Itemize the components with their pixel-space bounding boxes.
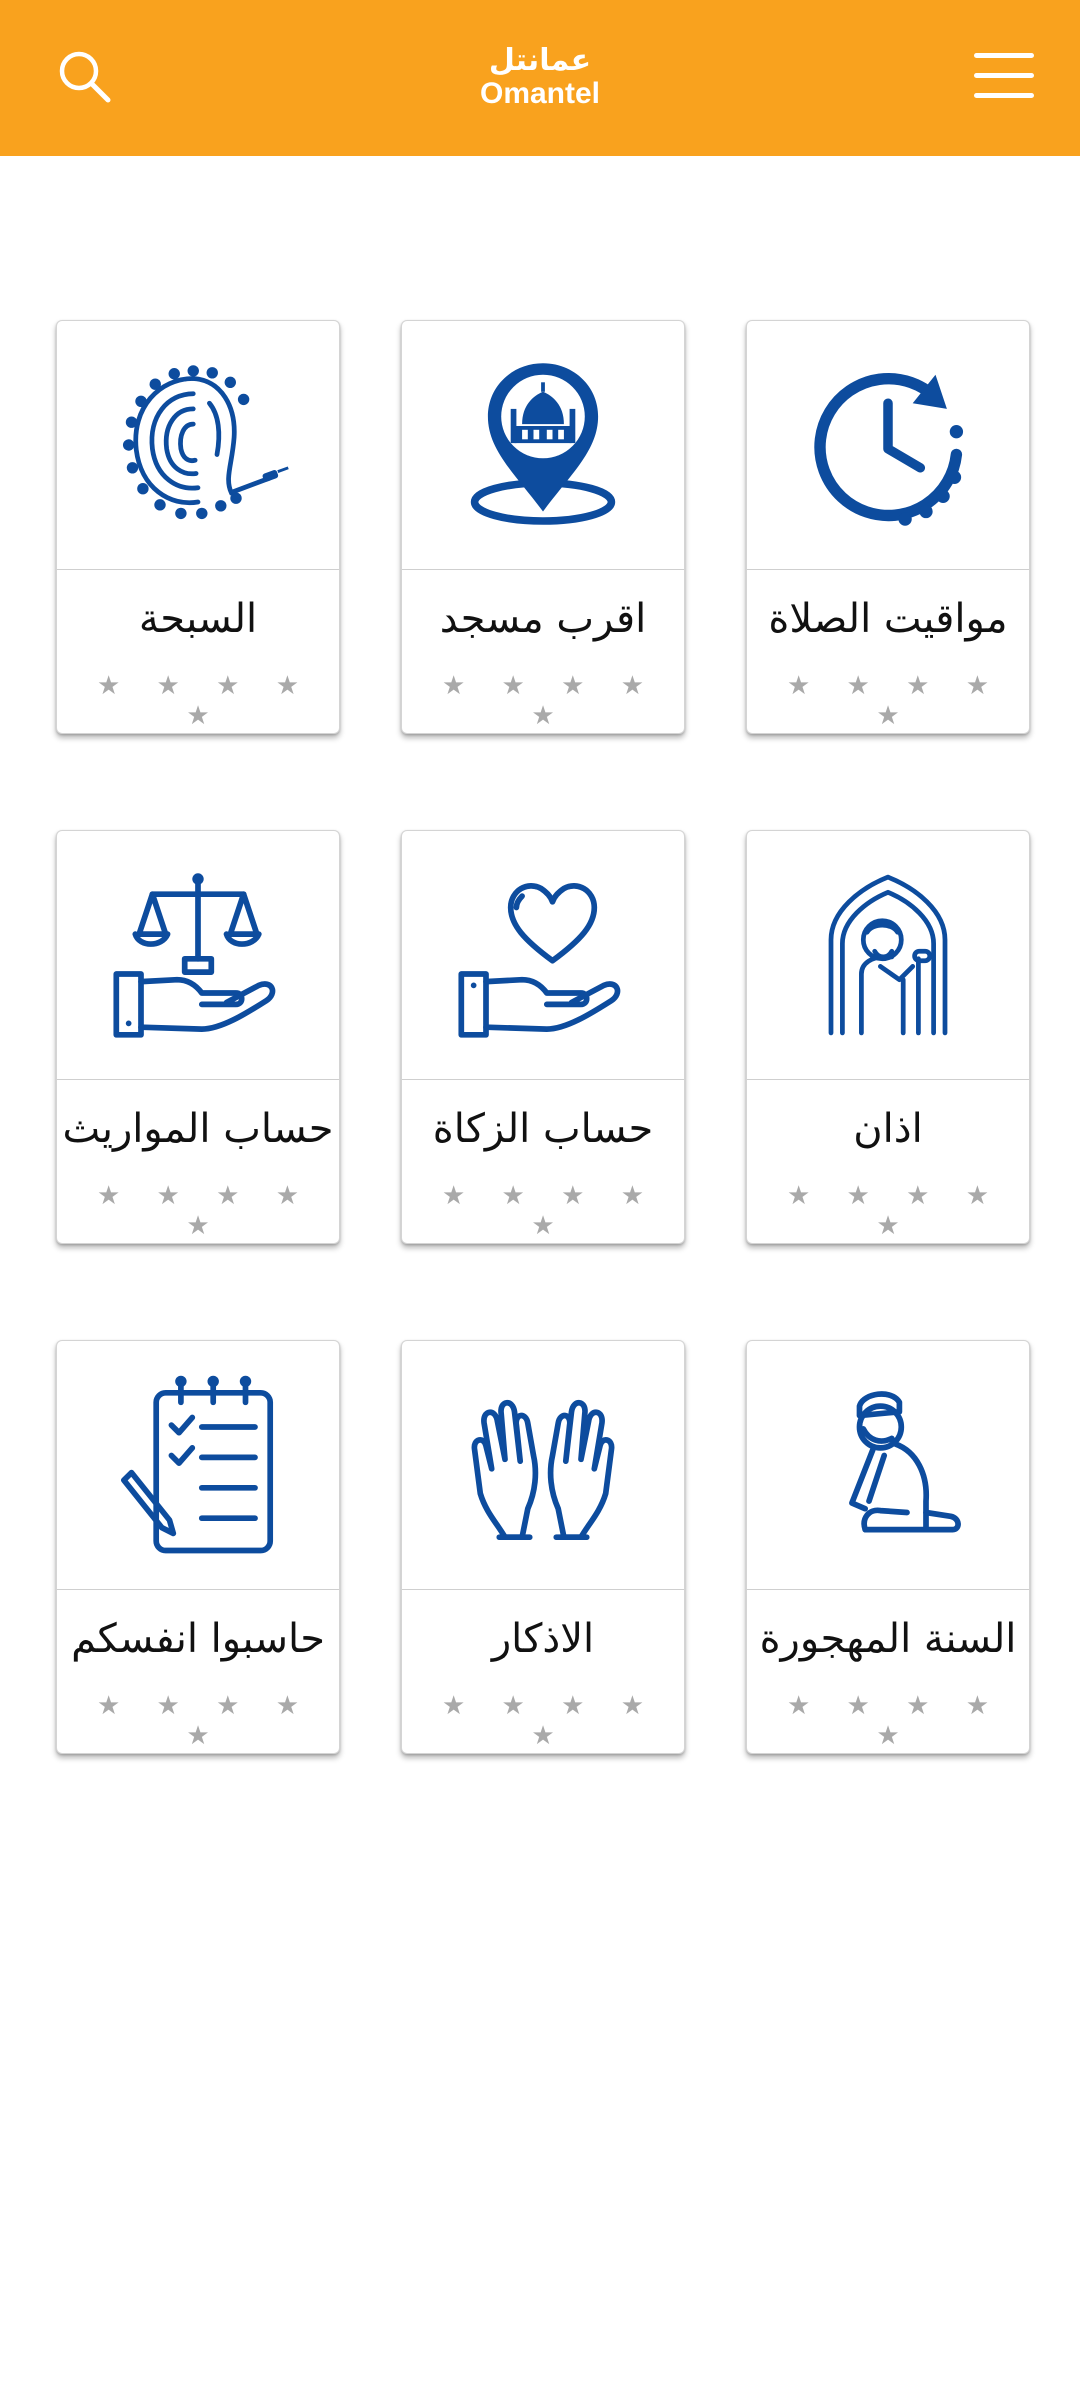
rating-stars: ★ ★ ★ ★ ★ xyxy=(441,1181,659,1241)
clock-icon xyxy=(814,373,964,526)
rating-stars: ★ ★ ★ ★ ★ xyxy=(786,1181,1004,1241)
menu-button[interactable] xyxy=(968,40,1040,112)
tile-inheritance-calculator[interactable]: حساب المواريث ★ ★ ★ ★ ★ xyxy=(56,830,340,1244)
heart-in-hand-icon xyxy=(458,883,621,1038)
tile-icon-area xyxy=(57,1341,339,1590)
tile-icon-area xyxy=(402,831,684,1080)
hamburger-menu-icon xyxy=(974,53,1034,98)
logo-arabic-text: عمانتل xyxy=(488,43,592,78)
search-button[interactable] xyxy=(48,40,120,112)
tile-title: حاسبوا انفسكم xyxy=(71,1616,325,1662)
tile-title: اذان xyxy=(853,1106,923,1152)
tile-forgotten-sunnah[interactable]: السنة المهجورة ★ ★ ★ ★ ★ xyxy=(746,1340,1030,1754)
top-app-bar: عمانتل Omantel xyxy=(0,0,1080,156)
muezzin-icon xyxy=(828,874,948,1036)
tile-nearest-mosque[interactable]: اقرب مسجد ★ ★ ★ ★ ★ xyxy=(401,320,685,734)
tile-zakat-calculator[interactable]: حساب الزكاة ★ ★ ★ ★ ★ xyxy=(401,830,685,1244)
tile-icon-area xyxy=(57,831,339,1080)
rating-stars: ★ ★ ★ ★ ★ xyxy=(786,671,1004,731)
rating-stars: ★ ★ ★ ★ ★ xyxy=(441,1691,659,1751)
tile-icon-area xyxy=(57,321,339,570)
tile-title: السبحة xyxy=(138,596,258,642)
mosque-location-pin-icon xyxy=(470,363,616,525)
tile-title: السنة المهجورة xyxy=(759,1616,1017,1662)
kneeling-prayer-icon xyxy=(849,1391,961,1533)
scales-in-hand-icon xyxy=(113,873,276,1038)
prayer-beads-fingerprint-icon xyxy=(122,365,289,520)
tile-self-accountability[interactable]: حاسبوا انفسكم ★ ★ ★ ★ ★ xyxy=(56,1340,340,1754)
tile-icon-area xyxy=(402,1341,684,1590)
logo-english-text: Omantel xyxy=(479,77,601,110)
tile-adhkar[interactable]: الاذكار ★ ★ ★ ★ ★ xyxy=(401,1340,685,1754)
checklist-notepad-icon xyxy=(121,1375,274,1554)
tile-title: حساب الزكاة xyxy=(432,1106,654,1152)
tile-icon-area xyxy=(747,831,1029,1080)
tile-adhan[interactable]: اذان ★ ★ ★ ★ ★ xyxy=(746,830,1030,1244)
tile-title: حساب المواريث xyxy=(62,1106,334,1152)
rating-stars: ★ ★ ★ ★ ★ xyxy=(786,1691,1004,1751)
tile-icon-area xyxy=(747,1341,1029,1590)
tile-title: الاذكار xyxy=(491,1616,595,1662)
rating-stars: ★ ★ ★ ★ ★ xyxy=(96,1181,314,1241)
tile-title: اقرب مسجد xyxy=(439,596,647,642)
search-icon xyxy=(59,51,111,103)
tile-title: مواقيت الصلاة xyxy=(768,596,1008,642)
tile-prayer-times[interactable]: مواقيت الصلاة ★ ★ ★ ★ ★ xyxy=(746,320,1030,734)
rating-stars: ★ ★ ★ ★ ★ xyxy=(96,671,314,731)
rating-stars: ★ ★ ★ ★ ★ xyxy=(96,1691,314,1751)
tile-icon-area xyxy=(747,321,1029,570)
tile-tasbeeh[interactable]: السبحة ★ ★ ★ ★ ★ xyxy=(56,320,340,734)
tile-icon-area xyxy=(402,321,684,570)
rating-stars: ★ ★ ★ ★ ★ xyxy=(441,671,659,731)
omantel-logo: عمانتل Omantel xyxy=(440,44,640,114)
praying-hands-icon xyxy=(471,1399,615,1541)
